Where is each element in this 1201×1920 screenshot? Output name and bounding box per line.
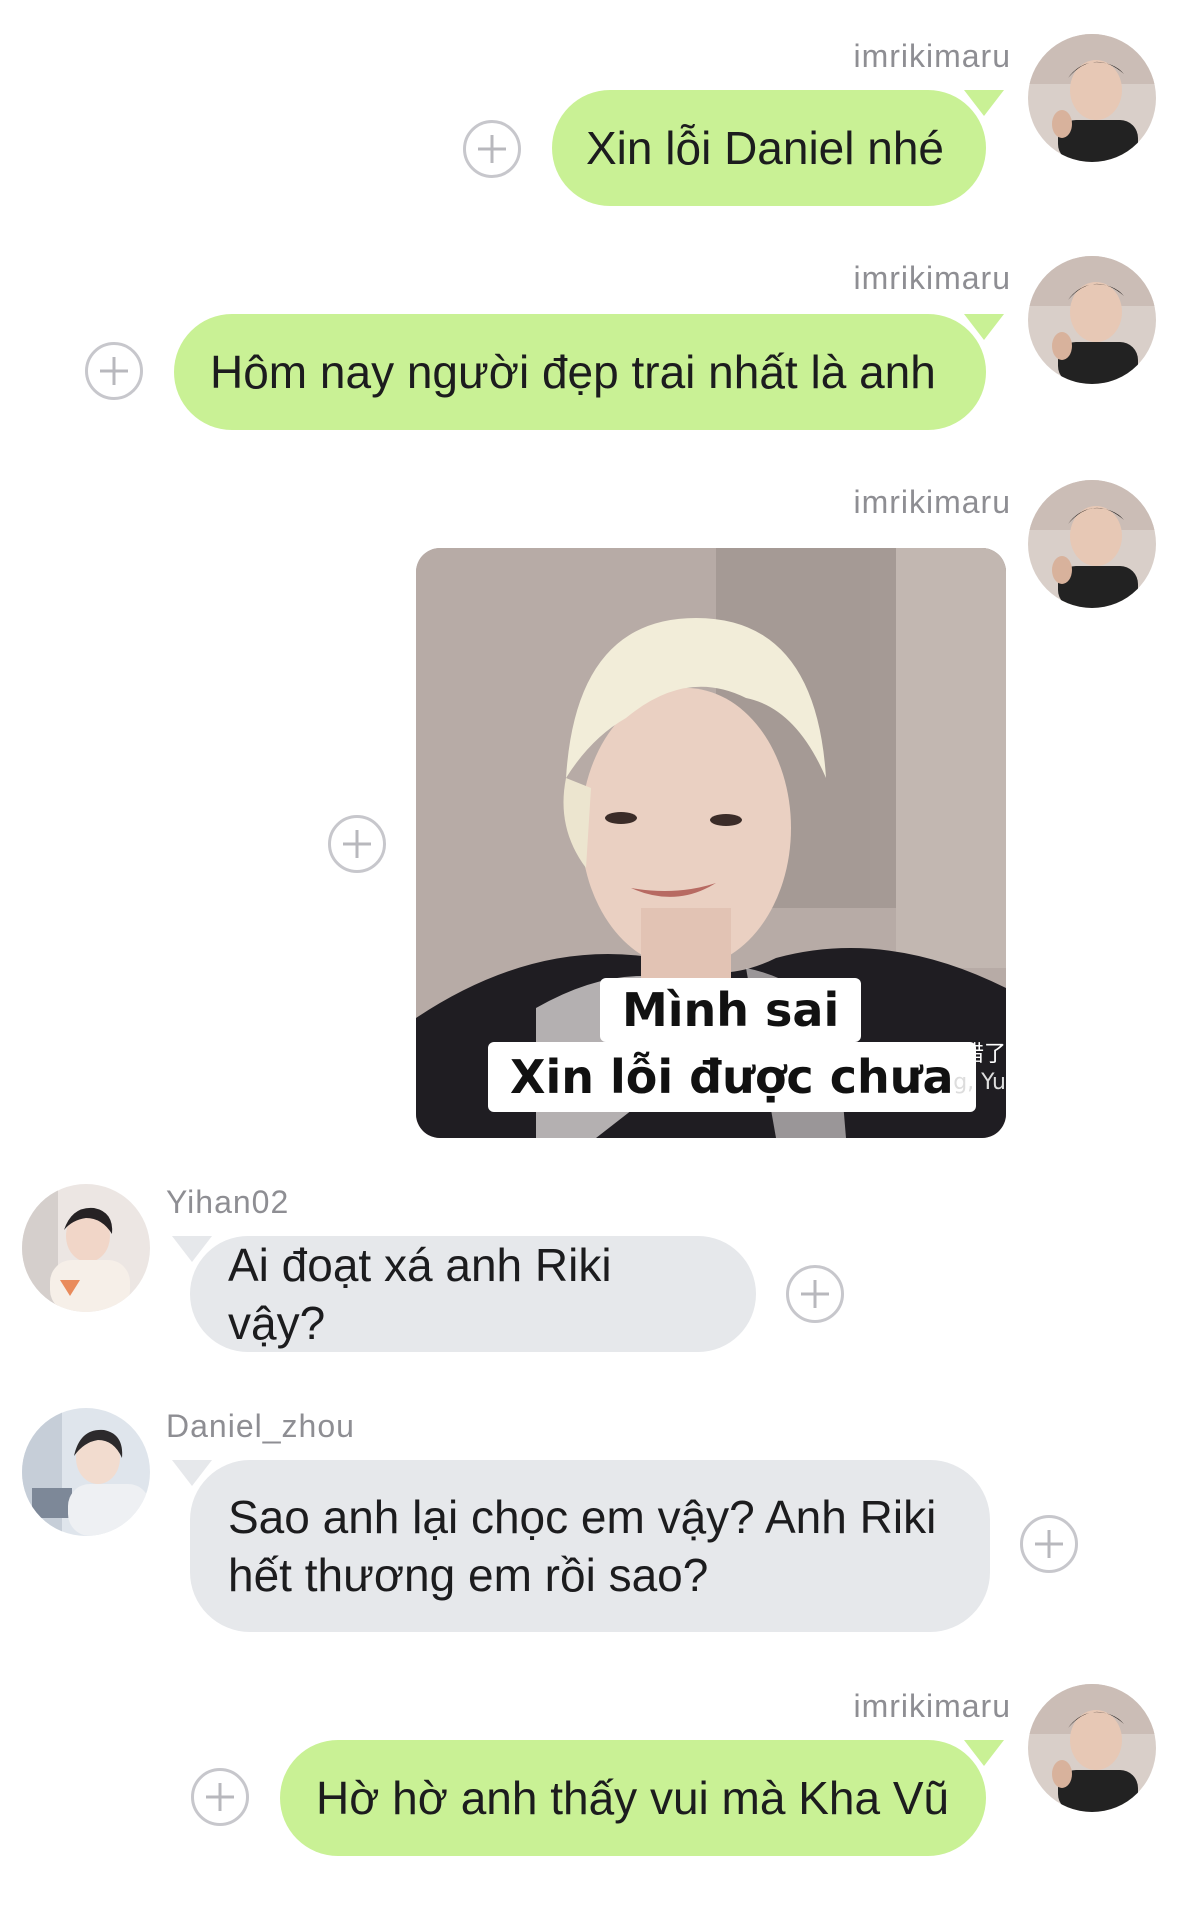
- message-bubble[interactable]: Hờ hờ anh thấy vui mà Kha Vũ: [280, 1740, 1004, 1856]
- avatar[interactable]: [1028, 34, 1156, 162]
- avatar[interactable]: [22, 1408, 150, 1536]
- avatar[interactable]: [1028, 1684, 1156, 1812]
- message-bubble[interactable]: Hôm nay người đẹp trai nhất là anh: [174, 314, 1004, 430]
- avatar[interactable]: [1028, 256, 1156, 384]
- message-bubble[interactable]: Sao anh lại chọc em vậy? Anh Riki hết th…: [172, 1460, 990, 1632]
- sticker-image[interactable]: Mình sai Xin lỗi được chưa 我错了 g, Yu: [416, 548, 1006, 1138]
- sender-username: Daniel_zhou: [166, 1408, 355, 1444]
- avatar[interactable]: [1028, 480, 1156, 608]
- plus-circle-icon[interactable]: [191, 1768, 249, 1826]
- message-text: Xin lỗi Daniel nhé: [586, 122, 945, 174]
- message-text: Ai đoạt xá anh Riki vậy?: [228, 1239, 612, 1349]
- message-text: Sao anh lại chọc em vậy? Anh Riki hết th…: [228, 1491, 937, 1601]
- sticker-subtitle: 我错了: [939, 1042, 1006, 1067]
- message-bubble[interactable]: Ai đoạt xá anh Riki vậy?: [172, 1236, 756, 1352]
- avatar[interactable]: [22, 1184, 150, 1312]
- sender-username: Yihan02: [166, 1184, 290, 1220]
- message-text: Hôm nay người đẹp trai nhất là anh: [210, 346, 936, 398]
- sticker-subtitle: g, Yu: [953, 1070, 1006, 1095]
- plus-circle-icon[interactable]: [463, 120, 521, 178]
- sender-username: imrikimaru: [853, 484, 1011, 520]
- plus-circle-icon[interactable]: [786, 1265, 844, 1323]
- sticker-caption: Xin lỗi được chưa: [488, 1042, 976, 1112]
- sender-username: imrikimaru: [853, 38, 1011, 74]
- sender-username: imrikimaru: [853, 260, 1011, 296]
- sticker-caption: Mình sai: [600, 978, 862, 1042]
- chat-thread: imrikimaru Xin lỗi Daniel nhé imrikimaru…: [0, 0, 1201, 1920]
- sender-username: imrikimaru: [853, 1688, 1011, 1724]
- plus-circle-icon[interactable]: [328, 815, 386, 873]
- plus-circle-icon[interactable]: [1020, 1515, 1078, 1573]
- message-bubble[interactable]: Xin lỗi Daniel nhé: [552, 90, 1004, 206]
- message-text: Hờ hờ anh thấy vui mà Kha Vũ: [316, 1772, 950, 1824]
- plus-circle-icon[interactable]: [85, 342, 143, 400]
